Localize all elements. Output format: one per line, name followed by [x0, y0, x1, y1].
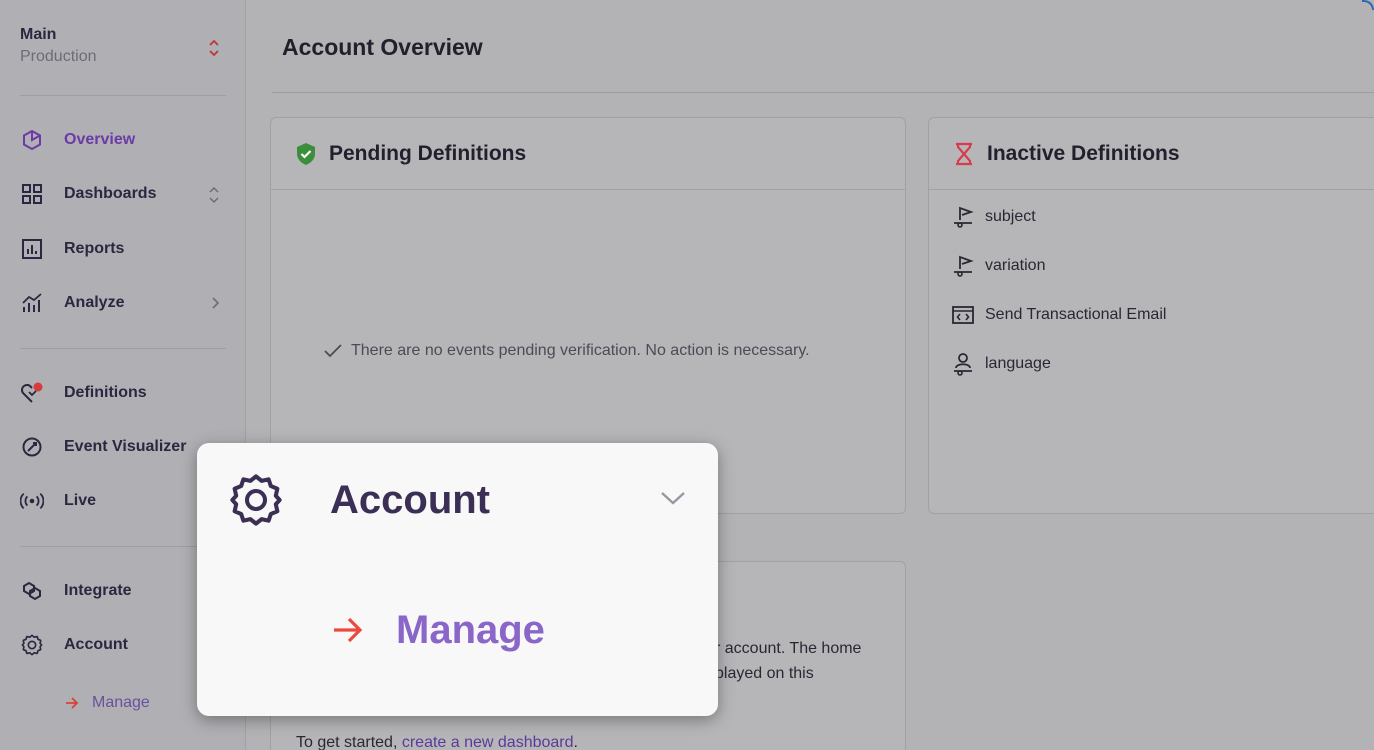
info-text-prefix: To get started, [296, 734, 398, 750]
project-environment: Production [20, 48, 97, 65]
callout-manage-label[interactable]: Manage [396, 608, 545, 653]
gear-icon [230, 474, 282, 526]
code-window-icon [951, 303, 975, 327]
property-flag-icon [951, 254, 975, 278]
overview-hexagon-icon [20, 128, 44, 152]
sidebar-item-definitions[interactable]: Definitions [20, 375, 226, 411]
chevron-right-icon [212, 297, 220, 309]
event-visualizer-icon [20, 435, 44, 459]
page-title: Account Overview [282, 34, 483, 60]
info-text-suffix: . [573, 734, 578, 750]
sidebar-item-event-visualizer[interactable]: Event Visualizer [20, 429, 226, 465]
analyze-bars-icon [20, 291, 44, 315]
sidebar-item-analyze[interactable]: Analyze [20, 285, 226, 321]
inactive-definition-item[interactable]: language [951, 349, 1051, 379]
sidebar-item-live[interactable]: Live [20, 483, 226, 519]
zoom-callout: Account Manage [197, 443, 718, 716]
create-dashboard-link[interactable]: create a new dashboard [402, 734, 574, 750]
card-title: Pending Definitions [329, 141, 527, 165]
card-header: Inactive Definitions [929, 118, 1374, 190]
empty-state-message: There are no events pending verification… [323, 342, 810, 360]
sidebar-item-label: Account [64, 636, 128, 653]
chevron-down-icon[interactable] [659, 489, 687, 507]
arrow-right-icon [334, 617, 363, 643]
sidebar-item-label: Live [64, 492, 97, 509]
checkmark-icon [324, 344, 342, 358]
title-divider [272, 92, 1374, 93]
integrate-link-icon [20, 579, 44, 603]
sidebar-item-overview[interactable]: Overview [20, 122, 226, 158]
user-property-icon [951, 352, 975, 376]
info-text-line: played on this [715, 665, 814, 682]
hourglass-icon [956, 142, 972, 165]
definitions-heart-icon [20, 381, 44, 405]
inactive-definition-item[interactable]: subject [951, 202, 1036, 232]
sidebar-subitem-label: Manage [92, 694, 150, 711]
sidebar-divider [20, 348, 226, 349]
sidebar-item-label: Reports [64, 240, 125, 257]
project-name: Main [20, 26, 57, 43]
up-down-chevron-icon [209, 39, 219, 57]
report-chart-icon [20, 237, 44, 261]
sidebar-item-label: Event Visualizer [64, 438, 187, 455]
sidebar-divider [20, 546, 226, 547]
arrow-right-icon [66, 697, 79, 709]
sidebar-item-label: Analyze [64, 294, 125, 311]
sidebar-item-integrate[interactable]: Integrate [20, 573, 226, 609]
sidebar-item-reports[interactable]: Reports [20, 231, 226, 267]
property-flag-icon [951, 205, 975, 229]
callout-account-label[interactable]: Account [330, 478, 490, 523]
up-down-chevron-icon [209, 186, 219, 204]
sidebar-item-label: Dashboards [64, 185, 157, 202]
definition-label: Send Transactional Email [985, 306, 1167, 323]
sidebar-divider [20, 95, 226, 96]
inactive-definition-item[interactable]: variation [951, 251, 1045, 281]
verified-shield-icon [297, 142, 315, 165]
info-text-line: r account. The home [715, 640, 862, 657]
empty-state-text: There are no events pending verification… [351, 342, 810, 359]
project-switcher[interactable]: Main Production [20, 26, 226, 74]
inactive-definition-item[interactable]: Send Transactional Email [951, 300, 1166, 330]
inactive-definitions-card: Inactive Definitions subject variation S… [928, 117, 1374, 514]
gear-icon [20, 633, 44, 657]
sidebar-item-label: Integrate [64, 582, 132, 599]
definition-label: variation [985, 257, 1046, 274]
sidebar-subitem-manage[interactable]: Manage [64, 690, 150, 716]
live-broadcast-icon [20, 489, 44, 513]
sidebar-item-label: Definitions [64, 384, 147, 401]
definition-label: subject [985, 208, 1036, 225]
info-text-line: To get started, create a new dashboard. [296, 730, 578, 750]
definition-label: language [985, 355, 1051, 372]
sidebar-item-account[interactable]: Account [20, 627, 226, 663]
sidebar-item-dashboards[interactable]: Dashboards [20, 176, 226, 212]
card-title: Inactive Definitions [987, 141, 1180, 165]
dashboard-grid-icon [20, 182, 44, 206]
card-header: Pending Definitions [271, 118, 905, 190]
sidebar-item-label: Overview [64, 131, 136, 148]
